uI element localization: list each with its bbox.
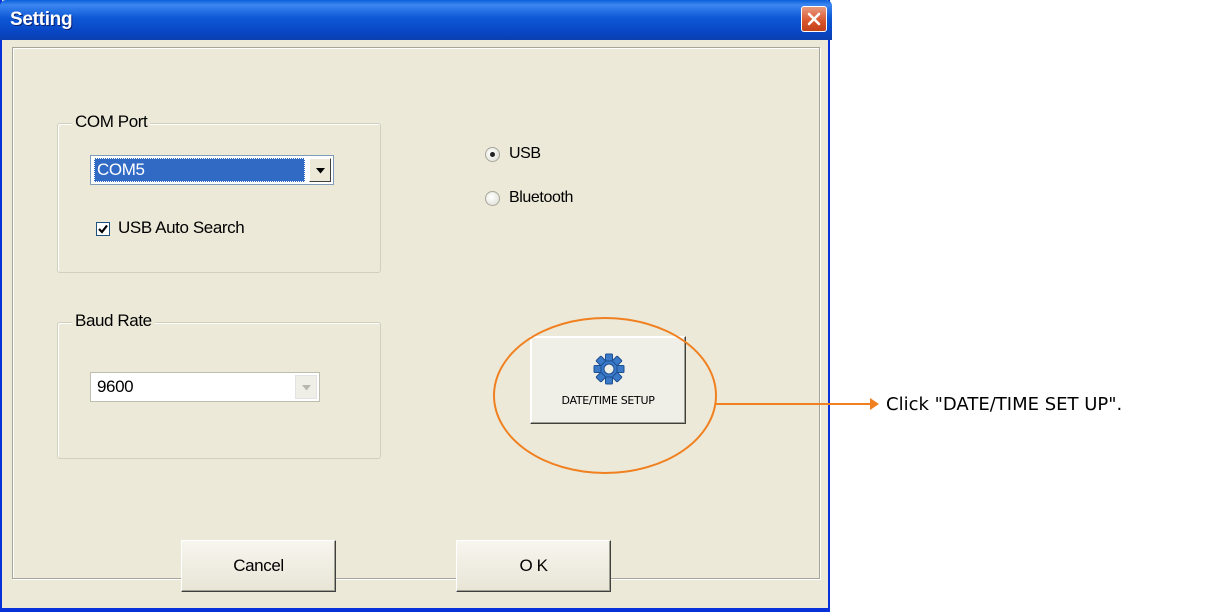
com-port-group: COM Port COM5 USB Auto Search: [57, 112, 381, 273]
setting-dialog: Setting COM Port COM5 USB Auto Search Ba…: [0, 0, 832, 612]
checkmark-icon: [98, 224, 108, 234]
datetime-setup-label: DATE/TIME SETUP: [561, 394, 655, 407]
callout-line: [716, 403, 876, 405]
callout-arrow-icon: [870, 398, 879, 410]
usb-auto-search-checkbox[interactable]: USB Auto Search: [96, 218, 326, 242]
gear-icon: [593, 353, 625, 385]
baud-rate-value: 9600: [97, 377, 134, 396]
com-port-select[interactable]: COM5: [90, 155, 334, 185]
ok-button[interactable]: O K: [456, 540, 611, 592]
baud-rate-group: Baud Rate 9600: [57, 311, 381, 459]
baud-rate-label: Baud Rate: [72, 311, 155, 331]
dropdown-arrow-icon: [302, 385, 311, 391]
com-port-value: COM5: [94, 158, 305, 182]
baud-rate-dropdown-button[interactable]: [295, 375, 317, 399]
dropdown-arrow-icon: [316, 168, 325, 174]
radio-bluetooth-button[interactable]: [485, 191, 500, 206]
usb-auto-search-box[interactable]: [96, 222, 110, 236]
close-button[interactable]: [801, 6, 827, 32]
cancel-label: Cancel: [233, 556, 284, 575]
com-port-dropdown-button[interactable]: [309, 158, 331, 182]
close-icon: [807, 12, 821, 26]
com-port-label: COM Port: [72, 112, 151, 132]
baud-rate-select[interactable]: 9600: [90, 372, 320, 402]
datetime-setup-button[interactable]: DATE/TIME SETUP: [530, 336, 686, 424]
ok-label: O K: [519, 556, 548, 575]
usb-auto-search-label: USB Auto Search: [118, 218, 245, 237]
settings-panel: COM Port COM5 USB Auto Search Baud Rate …: [12, 47, 820, 579]
window-title: Setting: [10, 9, 73, 30]
callout-text: Click "DATE/TIME SET UP".: [886, 394, 1123, 415]
cancel-button[interactable]: Cancel: [181, 540, 336, 592]
radio-usb-label: USB: [509, 145, 541, 162]
radio-bluetooth-label: Bluetooth: [509, 189, 574, 206]
radio-usb-button[interactable]: [485, 147, 500, 162]
radio-bluetooth[interactable]: Bluetooth: [485, 189, 625, 211]
title-bar: Setting: [0, 0, 832, 40]
radio-usb[interactable]: USB: [485, 145, 605, 167]
